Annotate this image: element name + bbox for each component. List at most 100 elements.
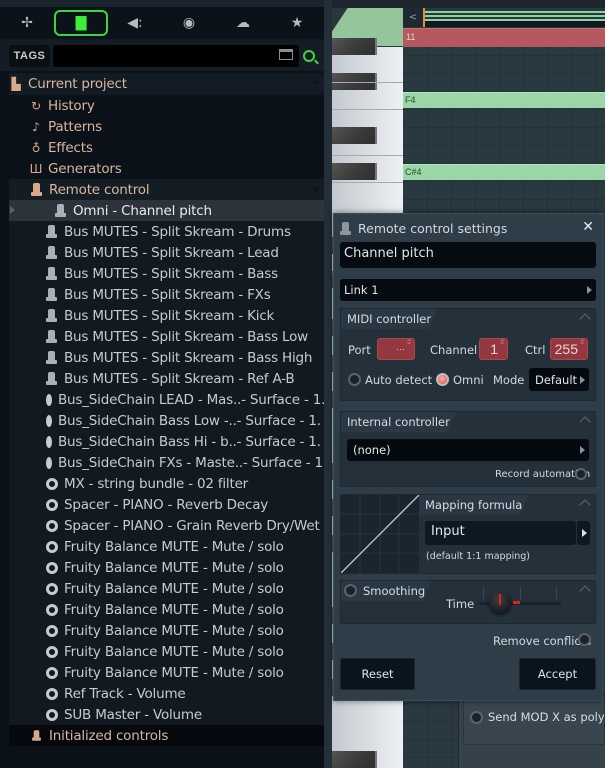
tree-item[interactable]: Bus MUTES - Split Skream - Lead	[9, 242, 324, 263]
black-key[interactable]	[332, 751, 377, 768]
tree-item[interactable]: Bus_SideChain LEAD - Mas..- Surface - 1.…	[9, 389, 395, 410]
tree-root-label: Current project	[28, 76, 127, 92]
port-spinner[interactable]: ···	[377, 338, 415, 360]
black-key[interactable]	[332, 127, 377, 144]
internal-controller-dropdown[interactable]: (none)	[347, 439, 589, 461]
tree-category-patterns[interactable]: ♪ Patterns	[9, 116, 324, 137]
world-icon[interactable]: ◉	[162, 10, 216, 36]
mapping-formula-header[interactable]: Mapping formula	[419, 495, 528, 515]
white-key-divider	[332, 155, 403, 156]
note[interactable]: C#4	[403, 164, 605, 180]
midi-controller-header[interactable]: MIDI controller	[341, 309, 437, 329]
tree-category-history[interactable]: ↻ History	[9, 95, 324, 116]
browser-top-strip	[0, 0, 324, 7]
collapse-up-icon[interactable]	[579, 416, 591, 428]
gear-icon	[46, 456, 52, 469]
tree-item[interactable]: Bus MUTES - Split Skream - Bass High	[9, 347, 324, 368]
all-icon[interactable]: ✢	[0, 10, 54, 36]
tags-button[interactable]: TAGS	[9, 45, 50, 67]
tree-item[interactable]: Spacer - PIANO - Reverb Decay	[9, 494, 324, 515]
tree-item[interactable]: Fruity Balance MUTE - Mute / solo	[9, 662, 324, 683]
folder-icon[interactable]	[279, 49, 293, 60]
grid-line	[403, 199, 605, 200]
tree-item[interactable]: MX - string bundle - 02 filter	[9, 473, 324, 494]
black-key[interactable]	[332, 38, 377, 55]
playhead-marker[interactable]	[423, 8, 425, 27]
tree-item[interactable]: Fruity Balance MUTE - Mute / solo	[9, 578, 324, 599]
tree-item[interactable]: Bus MUTES - Split Skream - Kick	[9, 305, 324, 326]
tree-root-current-project[interactable]: ▙ Current project	[9, 73, 324, 95]
mode-value: Default	[535, 373, 578, 387]
arrow-right-icon	[587, 286, 592, 294]
tree-item[interactable]: Bus MUTES - Split Skream - Ref A-B	[9, 368, 324, 389]
tree-item[interactable]: Bus MUTES - Split Skream - Drums	[9, 221, 324, 242]
send-mod-x-radio[interactable]	[470, 711, 483, 724]
ctrl-spinner[interactable]: 255	[550, 338, 588, 360]
gear-icon	[46, 645, 58, 658]
tree-item[interactable]: Bus MUTES - Split Skream - FXs	[9, 284, 324, 305]
search-input[interactable]	[53, 45, 299, 67]
grid-line	[403, 55, 605, 56]
tree-item[interactable]: Bus_SideChain Bass Low -..- Surface - 1.…	[9, 410, 391, 431]
accept-button[interactable]: Accept	[519, 658, 596, 690]
tree-category-remote-control[interactable]: Remote control	[9, 179, 324, 200]
tree-item[interactable]: Fruity Balance MUTE - Mute / solo	[9, 536, 324, 557]
cloud-icon[interactable]: ☁	[216, 10, 270, 36]
time-knob[interactable]	[489, 591, 511, 613]
tree-item-label: Fruity Balance MUTE - Mute / solo	[64, 643, 284, 660]
remove-conflicts-toggle[interactable]	[578, 633, 591, 646]
knob-icon	[46, 372, 57, 385]
tree-item[interactable]: Fruity Balance MUTE - Mute / solo	[9, 641, 324, 662]
controller-name-field[interactable]: Channel pitch	[340, 242, 596, 268]
tree-item[interactable]: Bus_SideChain FXs - Maste..- Surface - 1…	[9, 452, 397, 473]
pattern-bar[interactable]: 11	[403, 28, 605, 47]
tree-item[interactable]: Fruity Balance MUTE - Mute / solo	[9, 557, 324, 578]
note[interactable]: F4	[403, 92, 605, 108]
auto-detect-radio[interactable]	[348, 373, 361, 386]
mapping-formula-dropdown[interactable]: Input	[425, 521, 576, 545]
reset-button[interactable]: Reset	[340, 658, 415, 690]
black-key[interactable]	[332, 163, 377, 180]
scroll-left-button[interactable]: <	[403, 8, 423, 27]
tree-item[interactable]: Ref Track - Volume	[9, 683, 324, 704]
tree-item[interactable]: Bus MUTES - Split Skream - Bass Low	[9, 326, 324, 347]
arrow-right-icon	[582, 529, 587, 537]
internal-controller-header[interactable]: Internal controller	[341, 412, 456, 432]
browser-scrollbar[interactable]	[324, 0, 332, 768]
knob-icon	[46, 225, 57, 238]
collapse-up-icon[interactable]	[579, 585, 591, 597]
tree-category-generators[interactable]: Ш Generators	[9, 158, 324, 179]
tree-item[interactable]: Bus_SideChain Bass Hi - b..- Surface - 1…	[9, 431, 391, 452]
tree-item-label: SUB Master - Volume	[64, 706, 202, 723]
tree-item[interactable]: Spacer - PIANO - Grain Reverb Dry/Wet	[9, 515, 324, 536]
tree-item[interactable]: Fruity Balance MUTE - Mute / solo	[9, 620, 324, 641]
search-icon[interactable]	[303, 50, 315, 62]
arrow-right-icon	[580, 376, 585, 384]
tree-item-selected[interactable]: Omni - Channel pitch	[9, 200, 324, 221]
knob-icon	[31, 183, 42, 196]
tree-category-effects[interactable]: ♁ Effects	[9, 137, 324, 158]
gear-icon	[46, 498, 58, 511]
mode-dropdown[interactable]: Default	[529, 368, 589, 391]
tree-item[interactable]: SUB Master - Volume	[9, 704, 324, 725]
current-project-icon[interactable]: ▇	[54, 10, 108, 36]
close-icon[interactable]: ✕	[582, 220, 594, 234]
remote-control-settings-dialog: Remote control settings ✕ Channel pitch …	[333, 213, 603, 701]
collapse-up-icon[interactable]	[579, 499, 591, 511]
white-key-divider	[332, 182, 403, 183]
tree-category-initialized-controls[interactable]: Initialized controls	[9, 725, 324, 746]
tree-item-label: Bus MUTES - Split Skream - Lead	[64, 244, 279, 261]
omni-radio[interactable]	[436, 373, 449, 386]
collapse-up-icon[interactable]	[579, 313, 591, 325]
plugin-database-icon[interactable]: ◀:	[108, 10, 162, 36]
record-automation-radio[interactable]	[575, 468, 587, 480]
link-selector[interactable]: Link 1	[340, 279, 596, 301]
channel-spinner[interactable]: 1	[479, 338, 508, 360]
mapping-formula-menu-button[interactable]	[577, 521, 590, 545]
tree-item[interactable]: Fruity Balance MUTE - Mute / solo	[9, 599, 324, 620]
white-key-divider	[332, 109, 403, 110]
star-icon[interactable]: ★	[270, 10, 324, 36]
gear-icon	[46, 519, 58, 532]
tree-item[interactable]: Bus MUTES - Split Skream - Bass	[9, 263, 324, 284]
smoothing-toggle[interactable]	[344, 584, 357, 597]
